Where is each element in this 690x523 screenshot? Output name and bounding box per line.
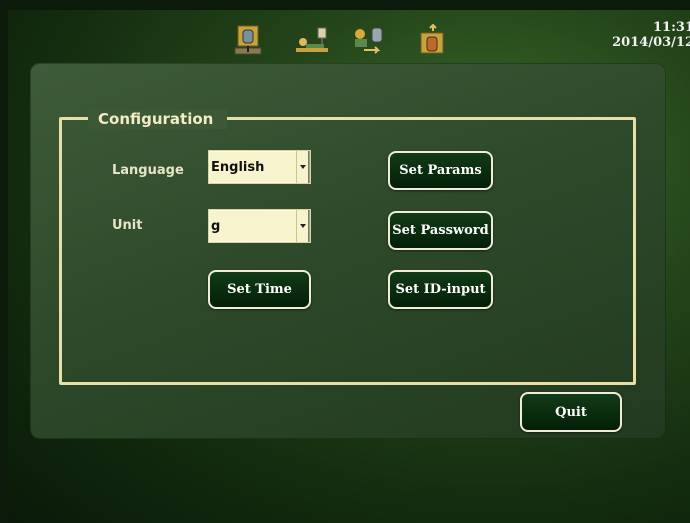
clock: 11:31 2014/03/12 — [584, 20, 690, 50]
unit-select-value: g — [211, 219, 221, 234]
set-time-button[interactable]: Set Time — [208, 270, 311, 309]
set-params-button[interactable]: Set Params — [388, 151, 493, 190]
language-label: Language — [112, 163, 184, 178]
unit-label: Unit — [112, 218, 143, 233]
configuration-title: Configuration — [88, 109, 228, 129]
chevron-down-icon[interactable] — [296, 151, 310, 183]
configuration-frame — [59, 117, 636, 385]
set-id-input-button[interactable]: Set ID-input — [388, 270, 493, 309]
top-toolbar: 11:31 2014/03/12 — [8, 10, 690, 65]
set-password-button[interactable]: Set Password — [388, 211, 493, 250]
quit-button[interactable]: Quit — [520, 392, 622, 432]
patient-bed-icon[interactable] — [294, 24, 332, 56]
clock-time: 11:31 — [653, 20, 690, 35]
clock-date: 2014/03/12 — [612, 35, 690, 50]
language-select-value: English — [211, 160, 265, 175]
language-select[interactable]: English — [208, 150, 311, 184]
tank-fill-icon[interactable] — [418, 23, 448, 56]
transfer-icon[interactable] — [352, 24, 388, 56]
tank-weigh-icon[interactable] — [234, 24, 264, 56]
unit-select[interactable]: g — [208, 209, 311, 243]
chevron-down-icon[interactable] — [296, 210, 310, 242]
